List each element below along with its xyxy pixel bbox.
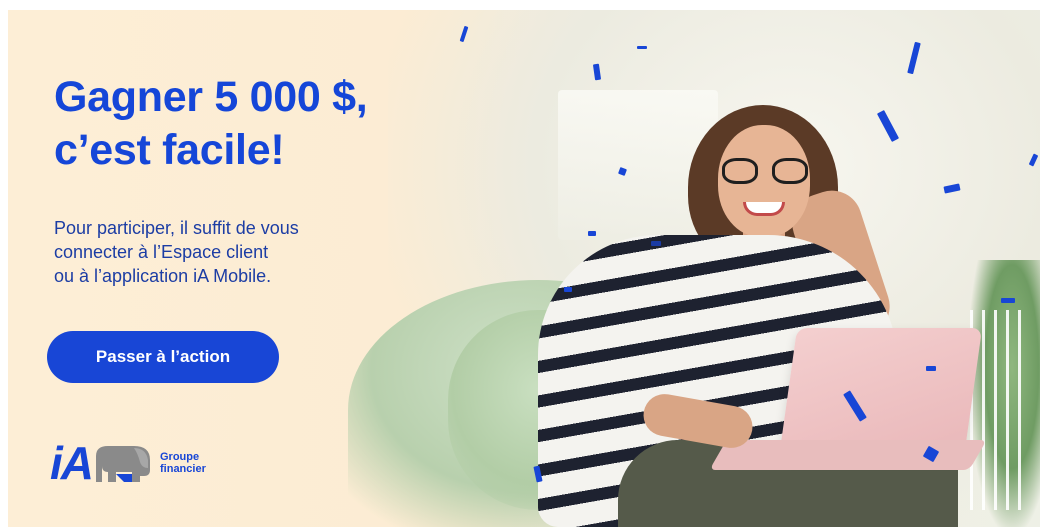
logo-text-line-2: financier — [160, 463, 206, 475]
ia-logo[interactable]: iA Groupe financier — [50, 438, 206, 488]
logo-subtitle: Groupe financier — [160, 451, 206, 475]
confetti-piece — [1001, 298, 1015, 303]
headline: Gagner 5 000 $, c’est facile! — [54, 71, 514, 177]
photo-laptop — [778, 328, 983, 458]
confetti-piece — [926, 366, 936, 371]
body-line-2: connecter à l’Espace client — [54, 242, 269, 262]
confetti-piece — [588, 231, 596, 236]
body-line-1: Pour participer, il suffit de vous — [54, 218, 299, 238]
cta-button[interactable]: Passer à l’action — [47, 331, 279, 383]
confetti-piece — [651, 241, 661, 246]
headline-line-1: Gagner 5 000 $, — [54, 73, 368, 121]
logo-wordmark: iA — [50, 437, 94, 489]
headline-line-2: c’est facile! — [54, 126, 285, 174]
elephant-icon — [96, 446, 150, 482]
photo-laptop-base — [709, 440, 987, 470]
confetti-piece — [637, 46, 647, 49]
photo-glasses — [722, 158, 808, 184]
promo-banner[interactable]: Gagner 5 000 $, c’est facile! Pour parti… — [8, 10, 1040, 527]
body-text: Pour participer, il suffit de vous conne… — [54, 216, 394, 288]
confetti-piece — [564, 287, 572, 292]
body-line-3: ou à l’application iA Mobile. — [54, 266, 272, 286]
logo-text-line-1: Groupe — [160, 451, 200, 463]
